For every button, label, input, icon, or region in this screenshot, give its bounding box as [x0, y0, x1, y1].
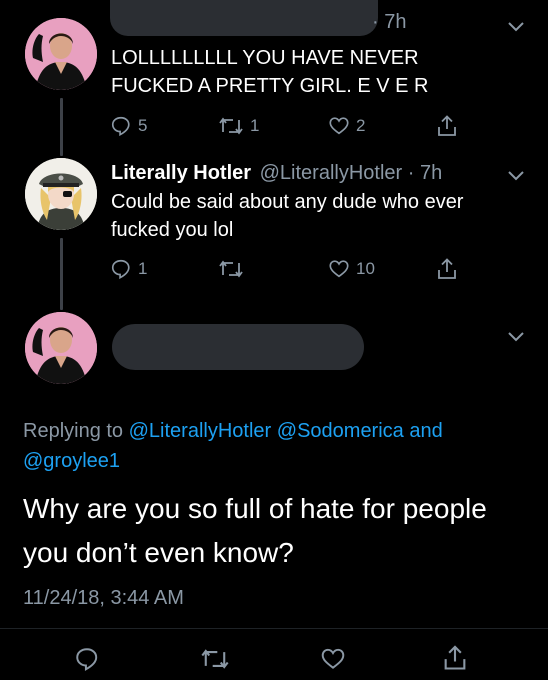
chevron-down-icon[interactable]: [506, 20, 526, 34]
mention-and[interactable]: and: [409, 420, 442, 442]
retweet-button[interactable]: [218, 258, 250, 280]
reply-button[interactable]: 1: [110, 258, 147, 280]
mention-link[interactable]: @Sodomerica: [277, 420, 404, 442]
retweet-button[interactable]: [200, 646, 230, 672]
divider: [0, 628, 548, 629]
chevron-down-icon[interactable]: [506, 169, 526, 183]
avatar[interactable]: [25, 18, 97, 90]
like-count: 10: [356, 259, 375, 278]
tweet-text: Why are you so full of hate for people y…: [23, 487, 487, 575]
share-icon: [444, 645, 466, 670]
redacted-name: [110, 0, 378, 36]
avatar[interactable]: [25, 158, 97, 230]
reply-icon: [76, 648, 98, 671]
replying-prefix: Replying to: [23, 420, 124, 442]
tweet-date: 11/24/18, 3:44 AM: [23, 587, 184, 609]
mention-link[interactable]: @LiterallyHotler: [129, 420, 272, 442]
mention-link[interactable]: @groylee1: [23, 450, 120, 472]
like-button[interactable]: 10: [328, 258, 375, 280]
avatar-image: [25, 158, 97, 230]
reply-icon: [111, 116, 130, 137]
tweet-header: Literally Hotler @LiterallyHotler · 7h: [111, 162, 442, 185]
like-count: 2: [356, 116, 366, 135]
replying-to: Replying to @LiterallyHotler @Sodomerica…: [23, 416, 523, 476]
heart-icon: [329, 260, 349, 278]
share-button[interactable]: [442, 644, 468, 672]
tweet-text: Could be said about any dude who ever fu…: [111, 188, 463, 244]
thread-line: [60, 98, 63, 156]
reply-button[interactable]: 5: [110, 115, 147, 137]
share-icon: [438, 258, 456, 279]
retweet-button[interactable]: 1: [218, 115, 259, 137]
heart-icon: [321, 648, 345, 669]
heart-icon: [329, 117, 349, 135]
tweet-timestamp: · 7h: [372, 11, 407, 33]
reply-count: 5: [138, 116, 148, 135]
reply-button[interactable]: [74, 646, 100, 672]
tweet-text-line: LOLLLLLLLLL YOU HAVE NEVER: [111, 47, 419, 69]
tweet-text-line: Could be said about any dude who ever: [111, 191, 464, 213]
share-icon: [438, 115, 456, 136]
like-button[interactable]: 2: [328, 115, 365, 137]
tweet-text: LOLLLLLLLLL YOU HAVE NEVER FUCKED A PRET…: [111, 44, 429, 100]
tweet-text-line: you don’t even know?: [23, 537, 294, 568]
retweet-icon: [201, 649, 229, 669]
avatar-image: [25, 18, 97, 90]
tweet-text-line: Why are you so full of hate for people: [23, 493, 487, 524]
retweet-icon: [219, 260, 243, 278]
retweet-icon: [219, 117, 243, 135]
retweet-count: 1: [250, 116, 260, 135]
handle-time: @LiterallyHotler · 7h: [259, 162, 443, 184]
display-name[interactable]: Literally Hotler: [111, 162, 251, 184]
share-button[interactable]: [436, 114, 458, 138]
avatar-image: [25, 312, 97, 384]
redacted-name: [112, 324, 364, 370]
thread-line: [60, 238, 63, 310]
tweet-text-line: fucked you lol: [111, 219, 234, 241]
reply-icon: [111, 259, 130, 280]
share-button[interactable]: [436, 257, 458, 281]
avatar[interactable]: [25, 312, 97, 384]
reply-count: 1: [138, 259, 148, 278]
chevron-down-icon[interactable]: [506, 330, 526, 344]
tweet-text-line: FUCKED A PRETTY GIRL. E V E R: [111, 75, 429, 97]
like-button[interactable]: [320, 646, 346, 672]
